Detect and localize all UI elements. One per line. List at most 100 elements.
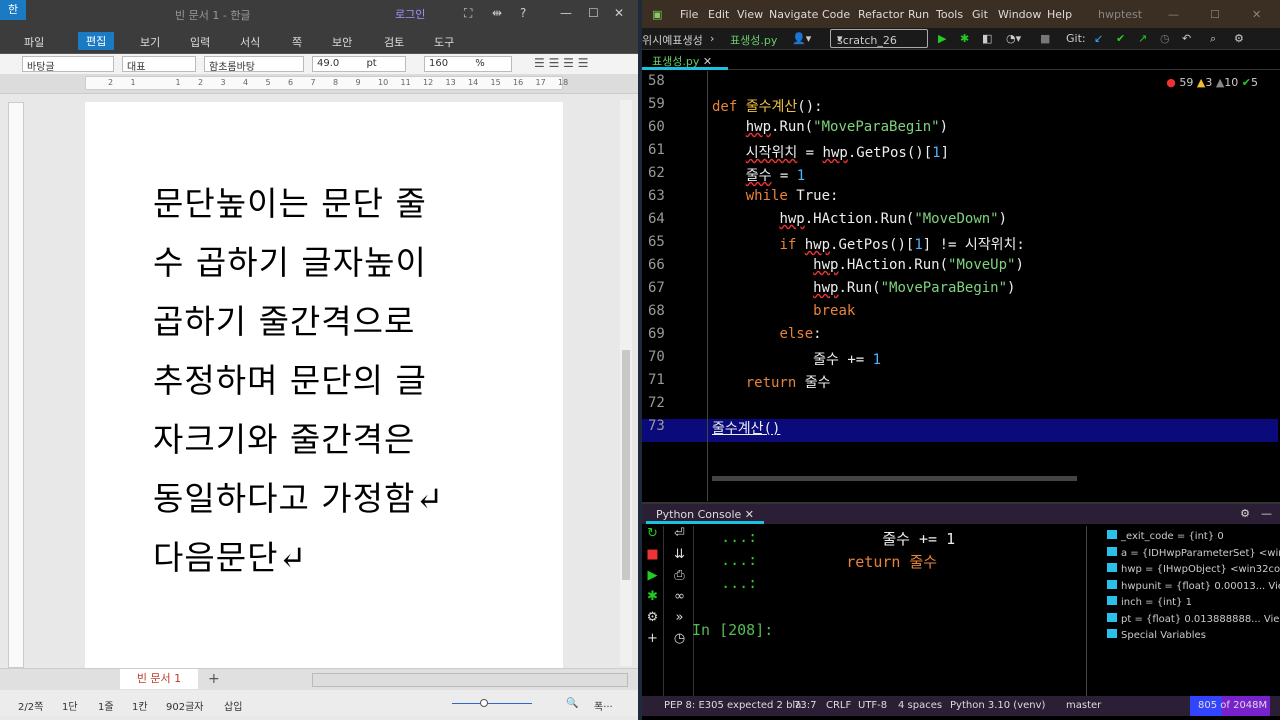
menu-git[interactable]: Git [972, 8, 988, 21]
language-select[interactable]: 대표 [122, 56, 196, 73]
status-message[interactable]: PEP 8: E305 expected 2 bla. [664, 700, 805, 711]
rerun-icon[interactable]: ↻ [642, 526, 663, 547]
user-icon[interactable]: 👤▾ [792, 32, 811, 45]
soft-wrap-icon[interactable]: ⏎ [666, 526, 693, 547]
scroll-end-icon[interactable]: ⇊ [666, 547, 693, 568]
history-icon[interactable]: ◷ [666, 631, 693, 652]
debug-icon[interactable]: ✱ [642, 589, 663, 610]
menu-tools[interactable]: 도구 [434, 34, 454, 50]
minimize-button[interactable]: — [560, 6, 572, 20]
minimize-button[interactable]: — [1168, 8, 1179, 21]
add-tab-button[interactable]: + [208, 671, 220, 687]
vertical-scrollbar[interactable] [620, 100, 632, 666]
new-console-icon[interactable]: + [642, 631, 663, 652]
menu-page[interactable]: 쪽 [292, 34, 302, 50]
help-icon[interactable]: ? [520, 6, 526, 20]
git-push-icon[interactable]: ↗ [1138, 32, 1147, 45]
document-text[interactable]: 문단높이는 문단 줄 수 곱하기 글자높이 곱하기 줄간격으로 추정하며 문단의… [153, 174, 499, 587]
align-buttons[interactable]: ☰ ☰ ☰ ☰ [534, 56, 588, 70]
vertical-ruler[interactable] [8, 102, 24, 668]
doc-tab[interactable]: 빈 문서 1 [120, 669, 198, 689]
console-hide-icon[interactable]: — [1261, 507, 1272, 520]
menu-security[interactable]: 보안 [332, 34, 352, 50]
debug-icon[interactable]: ✱ [960, 32, 969, 45]
line-spacing-input[interactable]: 160 % [424, 56, 512, 72]
zoom-icon[interactable]: 🔍 [566, 698, 578, 709]
menu-file[interactable]: 파일 [24, 34, 44, 50]
menu-format[interactable]: 서식 [240, 34, 260, 50]
document-page[interactable]: 문단높이는 문단 줄 수 곱하기 글자높이 곱하기 줄간격으로 추정하며 문단의… [85, 102, 563, 668]
rollback-icon[interactable]: ↶ [1182, 32, 1191, 45]
search-icon[interactable]: ⌕ [1210, 32, 1216, 46]
font-select[interactable]: 함초롬바탕 [204, 56, 304, 73]
menu-view[interactable]: View [737, 8, 763, 21]
font-size-input[interactable]: 49.0 pt [312, 56, 406, 72]
breadcrumb-folder[interactable]: 위시예표생성 [642, 32, 703, 48]
menu-review[interactable]: 검토 [384, 34, 404, 50]
variable-item[interactable]: hwpunit = {float} 0.00013... View [1087, 579, 1280, 597]
menu-insert[interactable]: 입력 [190, 34, 210, 50]
profile-icon[interactable]: ◔▾ [1006, 32, 1021, 45]
interpreter[interactable]: Python 3.10 (venv) [950, 700, 1045, 711]
fullscreen-icon[interactable]: ⛶ [464, 6, 472, 21]
inspection-summary[interactable]: ● 59 ▲3 ▲10 ✔5 [1166, 76, 1258, 89]
menu-view[interactable]: 보기 [140, 34, 160, 50]
menu-run[interactable]: Run [908, 8, 929, 21]
execute-icon[interactable]: ▶ [642, 568, 663, 589]
maximize-button[interactable]: ☐ [588, 6, 599, 20]
style-select[interactable]: 바탕글 [22, 56, 114, 73]
variable-item[interactable]: inch = {int} 1 [1087, 596, 1280, 613]
settings-icon[interactable]: ⚙ [642, 610, 663, 631]
menu-edit[interactable]: Edit [708, 8, 729, 21]
editor-hscrollbar[interactable] [712, 476, 1077, 481]
file-encoding[interactable]: UTF-8 [858, 700, 887, 711]
variable-item[interactable]: Special Variables [1087, 629, 1280, 646]
coverage-icon[interactable]: ◧ [982, 32, 992, 45]
console-settings-icon[interactable]: ⚙ [1240, 507, 1250, 520]
split-icon[interactable]: ⇹ [492, 6, 502, 20]
menu-navigate[interactable]: Navigate [769, 8, 818, 21]
stop-icon[interactable]: ■ [642, 547, 663, 568]
variable-item[interactable]: pt = {float} 0.013888888... View [1087, 612, 1280, 630]
console-tab[interactable]: Python Console ✕ [646, 504, 765, 524]
code-editor[interactable]: 58 59 60 61 62 63 64 65 66 67 68 69 70 71 72 73 def 줄수계… [642, 71, 1280, 501]
console-output[interactable]: ...: 줄수 += 1 ...: return 줄수 ...: In [208… [692, 526, 1084, 698]
menu-file[interactable]: File [680, 8, 698, 21]
menu-edit[interactable]: 편집 [78, 32, 115, 50]
zoom-width[interactable]: 폭··· [594, 698, 613, 713]
breadcrumb-file[interactable]: 표생성.py [730, 32, 777, 48]
close-button[interactable]: ✕ [1252, 8, 1261, 21]
indent[interactable]: 4 spaces [898, 700, 942, 711]
stop-icon[interactable]: ■ [1040, 32, 1050, 45]
zoom-slider[interactable] [452, 699, 532, 707]
close-tab-icon[interactable]: ✕ [703, 55, 712, 68]
menu-code[interactable]: Code [822, 8, 850, 21]
variable-item[interactable]: hwp = {IHwpObject} <win32com [1087, 563, 1280, 580]
menu-window[interactable]: Window [998, 8, 1041, 21]
git-update-icon[interactable]: ↙ [1094, 32, 1103, 45]
menu-tools[interactable]: Tools [936, 8, 963, 21]
close-button[interactable]: ✕ [614, 6, 624, 20]
menu-refactor[interactable]: Refactor [858, 8, 904, 21]
memory-indicator[interactable]: 805 of 2048M [1190, 696, 1270, 716]
run-config-select[interactable]: scratch_26 ▾ [830, 29, 928, 48]
run-icon[interactable]: ▶ [938, 32, 946, 45]
horizontal-ruler[interactable]: 2 1 1 2 3 4 5 6 7 8 9 10 11 12 13 14 15 16 17 18 [0, 74, 638, 94]
maximize-button[interactable]: ☐ [1210, 8, 1220, 21]
variable-item[interactable]: a = {IDHwpParameterSet} <win3 [1087, 546, 1280, 564]
history-icon[interactable]: ◷ [1160, 32, 1170, 45]
print-icon[interactable]: ⎙ [666, 568, 693, 589]
editor-tab[interactable]: 표생성.py ✕ [642, 50, 728, 70]
settings-icon[interactable]: ⚙ [1234, 32, 1244, 45]
run-all-icon[interactable]: » [666, 610, 693, 631]
git-branch[interactable]: master [1066, 700, 1101, 711]
git-commit-icon[interactable]: ✔ [1116, 32, 1125, 45]
horizontal-scrollbar[interactable] [312, 673, 628, 687]
menu-help[interactable]: Help [1047, 8, 1072, 21]
caret-position[interactable]: 73:7 [794, 700, 816, 711]
show-variables-icon[interactable]: ∞ [666, 589, 693, 610]
variable-item[interactable]: _exit_code = {int} 0 [1087, 530, 1280, 547]
line-separator[interactable]: CRLF [826, 700, 851, 711]
status-mode[interactable]: 삽입 [224, 698, 242, 713]
login-button[interactable]: 로그인 [395, 6, 425, 22]
